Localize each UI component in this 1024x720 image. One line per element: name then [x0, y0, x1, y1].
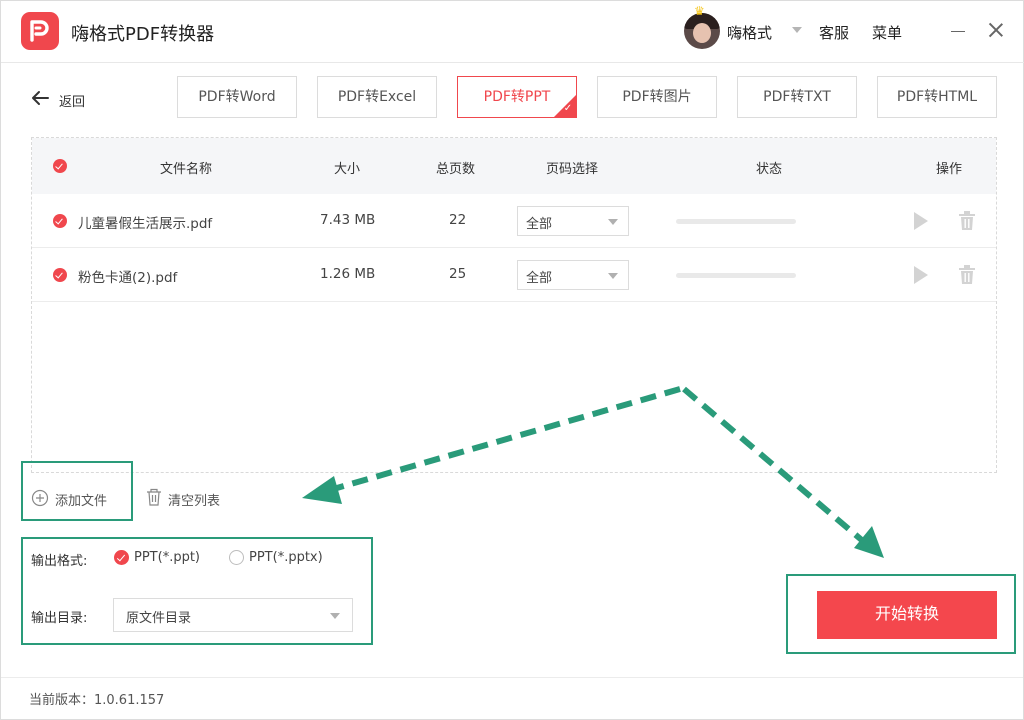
tab-pdf-to-image[interactable]: PDF转图片 — [597, 76, 717, 118]
tab-pdf-to-html[interactable]: PDF转HTML — [877, 76, 997, 118]
customer-service-link[interactable]: 客服 — [819, 22, 849, 43]
chevron-down-icon[interactable] — [792, 27, 802, 33]
file-size: 1.26 MB — [320, 266, 376, 282]
annotation-box-add-file — [21, 461, 133, 521]
page-range-select[interactable]: 全部 — [517, 206, 629, 236]
arrow-left-icon — [32, 91, 49, 105]
table-row: 粉色卡通(2).pdf 1.26 MB 25 全部 — [32, 248, 996, 302]
header-size: 大小 — [334, 162, 361, 177]
username[interactable]: 嗨格式 — [727, 22, 772, 43]
select-all-checkbox[interactable] — [53, 159, 67, 173]
check-icon: ✓ — [563, 103, 573, 114]
progress-bar — [676, 219, 796, 224]
tab-pdf-to-ppt[interactable]: PDF转PPT ✓ — [457, 76, 577, 118]
page-range-value: 全部 — [526, 271, 553, 286]
trash-icon — [147, 488, 161, 506]
tab-label: PDF转PPT — [483, 89, 551, 105]
row-checkbox[interactable] — [53, 268, 67, 282]
crown-icon: ♛ — [694, 4, 705, 18]
menu-link[interactable]: 菜单 — [872, 22, 902, 43]
version-text: 当前版本：1.0.61.157 — [29, 693, 165, 708]
tab-pdf-to-excel[interactable]: PDF转Excel — [317, 76, 437, 118]
clear-list-label: 清空列表 — [168, 494, 221, 509]
avatar[interactable] — [684, 13, 720, 49]
chevron-down-icon — [608, 219, 618, 225]
trash-icon[interactable] — [958, 211, 976, 231]
title-bar: 嗨格式PDF转换器 ♛ 嗨格式 客服 菜单 — [1, 1, 1024, 63]
progress-bar — [676, 273, 796, 278]
page-range-select[interactable]: 全部 — [517, 260, 629, 290]
table-row: 儿童暑假生活展示.pdf 7.43 MB 22 全部 — [32, 194, 996, 248]
tab-pdf-to-txt[interactable]: PDF转TXT — [737, 76, 857, 118]
file-list-panel: 文件名称 大小 总页数 页码选择 状态 操作 儿童暑假生活展示.pdf 7.43… — [31, 137, 997, 473]
annotation-box-start-button — [786, 574, 1016, 654]
tab-pdf-to-word[interactable]: PDF转Word — [177, 76, 297, 118]
header-name: 文件名称 — [160, 162, 213, 177]
file-name: 儿童暑假生活展示.pdf — [78, 216, 213, 232]
app-logo-icon — [21, 12, 59, 50]
page-range-value: 全部 — [526, 217, 553, 232]
app-title: 嗨格式PDF转换器 — [71, 24, 215, 45]
trash-icon[interactable] — [958, 265, 976, 285]
page-count: 25 — [449, 266, 467, 282]
header-actions: 操作 — [936, 162, 963, 177]
play-icon[interactable] — [914, 212, 928, 230]
play-icon[interactable] — [914, 266, 928, 284]
back-label: 返回 — [59, 95, 86, 110]
close-icon[interactable] — [987, 21, 1005, 39]
annotation-box-output-settings — [21, 537, 373, 645]
file-size: 7.43 MB — [320, 212, 376, 228]
table-header: 文件名称 大小 总页数 页码选择 状态 操作 — [32, 138, 996, 194]
file-name: 粉色卡通(2).pdf — [78, 270, 178, 286]
row-checkbox[interactable] — [53, 214, 67, 228]
chevron-down-icon — [608, 273, 618, 279]
header-pages: 总页数 — [436, 162, 476, 177]
minimize-icon[interactable] — [951, 31, 965, 32]
header-status: 状态 — [756, 162, 783, 177]
footer: 当前版本：1.0.61.157 — [1, 677, 1023, 719]
header-page-select: 页码选择 — [546, 162, 599, 177]
page-count: 22 — [449, 212, 467, 228]
